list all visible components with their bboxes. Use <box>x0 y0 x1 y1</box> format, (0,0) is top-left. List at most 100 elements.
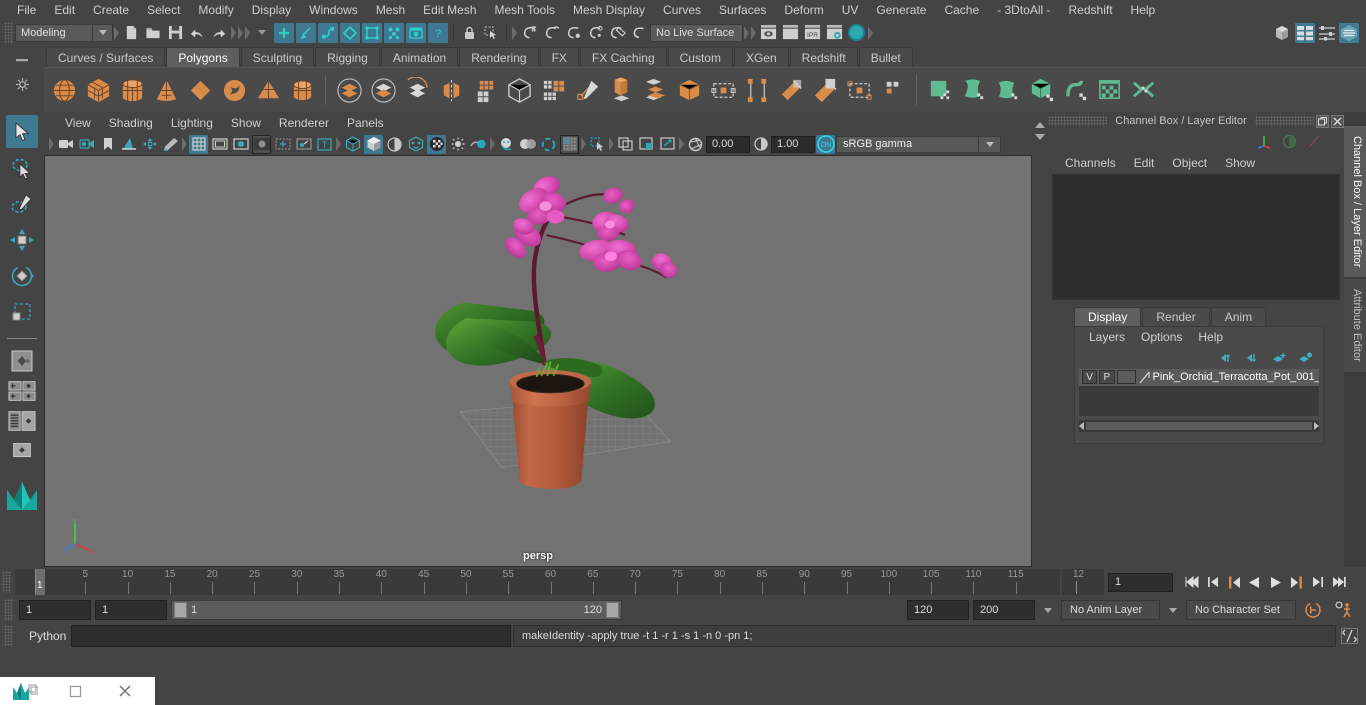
move-tool[interactable] <box>6 223 38 256</box>
shelf-tab-xgen[interactable]: XGen <box>733 47 789 67</box>
menu-item-cache[interactable]: Cache <box>935 0 988 20</box>
statusline-separator-7[interactable] <box>750 23 757 43</box>
menu-item-deform[interactable]: Deform <box>775 0 832 20</box>
layer-list[interactable]: V P Pink_Orchid_Terracotta_Pot_001_laye <box>1079 368 1319 416</box>
channel-box-menu-show[interactable]: Show <box>1216 156 1264 170</box>
viewport-menu-renderer[interactable]: Renderer <box>270 114 338 133</box>
multi-cut-icon[interactable] <box>639 72 671 108</box>
xray-joints-icon[interactable] <box>294 135 313 154</box>
camera-icon[interactable] <box>56 135 75 154</box>
smooth-icon[interactable] <box>469 72 501 108</box>
lock-icon[interactable] <box>459 23 479 43</box>
grease-pencil-icon[interactable] <box>161 135 180 154</box>
menu-item-uv[interactable]: UV <box>833 0 868 20</box>
range-end-handle[interactable] <box>606 602 619 618</box>
command-line-grip[interactable] <box>4 625 13 647</box>
boolean-intersection-icon[interactable] <box>401 72 433 108</box>
step-back-keyframe-icon[interactable] <box>1203 573 1222 592</box>
status-line-grip[interactable] <box>4 21 13 44</box>
lighting-icon[interactable] <box>448 135 467 154</box>
scroll-up-arrow[interactable] <box>1035 122 1045 128</box>
menu-item-edit-mesh[interactable]: Edit Mesh <box>414 0 485 20</box>
auto-keyframe-icon[interactable] <box>1300 601 1326 619</box>
animation-preferences-icon[interactable] <box>1330 601 1356 619</box>
close-icon[interactable] <box>1331 114 1344 128</box>
axis-icon[interactable] <box>1256 133 1272 149</box>
anim-start-time-field[interactable]: 1 <box>19 600 91 620</box>
show-hide-modeling-toolkit-icon[interactable] <box>1273 23 1293 43</box>
shelf-tab-animation[interactable]: Animation <box>380 47 459 67</box>
statusline-separator-2[interactable] <box>230 23 237 43</box>
undo-icon[interactable] <box>187 23 207 43</box>
playback-start-time-field[interactable]: 1 <box>95 600 167 620</box>
menu-set-selector[interactable]: Modeling <box>15 23 93 42</box>
current-frame-field[interactable]: 1 <box>1108 572 1173 592</box>
statusline-separator-5[interactable] <box>511 23 518 43</box>
panel-drag-grip[interactable] <box>1048 116 1108 126</box>
channel-box-menu-channels[interactable]: Channels <box>1056 156 1125 170</box>
menu-item-windows[interactable]: Windows <box>300 0 367 20</box>
menu-set-dropdown-arrow[interactable] <box>93 23 113 42</box>
polygon-prism-icon[interactable] <box>286 72 318 108</box>
command-language-label[interactable]: Python <box>17 629 69 643</box>
render-settings-icon[interactable] <box>824 23 844 43</box>
time-slider-track[interactable]: 1 5 10 15 20 25 30 35 40 45 50 55 60 65 70 75 80 85 90 95 1… <box>15 569 1060 595</box>
shelf-tab-rendering[interactable]: Rendering <box>459 47 539 67</box>
bevel-icon[interactable] <box>673 72 705 108</box>
polygon-torus-icon[interactable] <box>218 72 250 108</box>
menu-item-surfaces[interactable]: Surfaces <box>710 0 775 20</box>
snap-to-curve-icon[interactable] <box>541 23 561 43</box>
vp-sep-4[interactable] <box>580 135 587 153</box>
statusline-separator-4[interactable] <box>244 23 251 43</box>
hscroll-left-arrow[interactable] <box>1079 421 1084 430</box>
menu-item-mesh[interactable]: Mesh <box>367 0 414 20</box>
statusline-separator-1[interactable] <box>113 23 120 43</box>
lasso-select-tool[interactable] <box>6 151 38 184</box>
layer-tab-render[interactable]: Render <box>1142 306 1210 326</box>
snap-to-point-icon[interactable] <box>563 23 583 43</box>
persp-graph-layout[interactable] <box>5 436 39 466</box>
film-origin-icon[interactable] <box>273 135 292 154</box>
move-layer-down-icon[interactable] <box>1246 352 1261 364</box>
single-perspective-view-layout[interactable] <box>5 346 39 376</box>
ipr-render-icon[interactable]: IPR <box>802 23 822 43</box>
screen-space-ao-icon[interactable] <box>518 135 537 154</box>
layer-playback-toggle[interactable]: P <box>1099 370 1115 384</box>
step-back-frame-icon[interactable] <box>1224 573 1243 592</box>
grid-toggle-icon[interactable] <box>189 134 208 154</box>
perspective-viewport[interactable]: y x z persp <box>44 155 1032 567</box>
open-scene-icon[interactable] <box>143 23 163 43</box>
shelf-tab-custom[interactable]: Custom <box>667 47 733 67</box>
range-slider-grip[interactable] <box>4 599 13 621</box>
image-plane-icon[interactable] <box>119 135 138 154</box>
use-default-material-icon[interactable] <box>406 135 425 154</box>
viewport-menu-show[interactable]: Show <box>222 114 270 133</box>
polygon-pyramid-icon[interactable] <box>252 72 284 108</box>
menu-item-file[interactable]: File <box>8 0 45 20</box>
select-by-object-icon[interactable] <box>296 22 316 43</box>
statusline-more-arrow[interactable] <box>252 23 272 43</box>
shelf-tab-fx-caching[interactable]: FX Caching <box>579 47 667 67</box>
multisample-icon[interactable] <box>560 134 579 154</box>
show-hide-channel-box-icon[interactable] <box>1339 22 1359 43</box>
polygon-plane-icon[interactable] <box>184 72 216 108</box>
four-view-layout[interactable] <box>5 376 39 406</box>
hypershade-icon[interactable] <box>846 23 866 43</box>
uv-automatic-map-icon[interactable] <box>1026 72 1058 108</box>
step-forward-keyframe-icon[interactable] <box>1308 573 1327 592</box>
live-surface-field[interactable]: No Live Surface <box>650 23 743 42</box>
save-scene-icon[interactable] <box>165 23 185 43</box>
statusline-separator-6[interactable] <box>743 23 750 43</box>
offset-edge-loop-icon[interactable] <box>843 72 875 108</box>
play-forwards-icon[interactable] <box>1266 573 1285 592</box>
uv-optimize-icon[interactable] <box>1128 72 1160 108</box>
xray-joints-mode-icon[interactable] <box>637 135 656 154</box>
menu-item-mesh-tools[interactable]: Mesh Tools <box>486 0 564 20</box>
bridge-icon[interactable] <box>707 72 739 108</box>
shelf-tab-redshift[interactable]: Redshift <box>789 47 858 67</box>
channel-box-list[interactable] <box>1052 174 1340 300</box>
menu-item-generate[interactable]: Generate <box>867 0 935 20</box>
shelf-options-gear-icon[interactable] <box>11 71 33 97</box>
gate-mask-icon[interactable] <box>252 134 271 154</box>
select-by-outliner-icon[interactable] <box>340 22 360 43</box>
